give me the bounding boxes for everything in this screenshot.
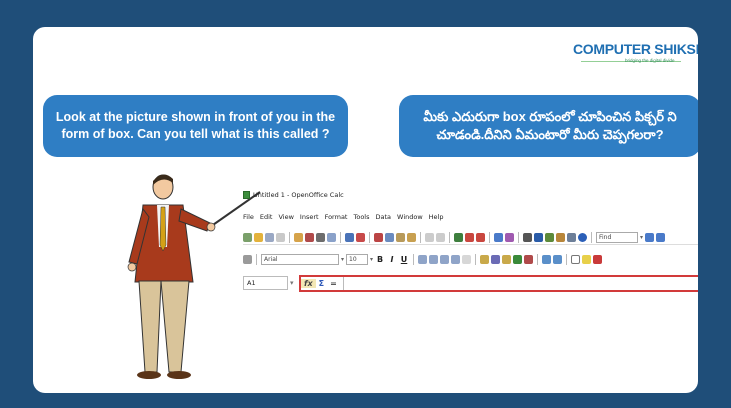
sort-ascending-icon[interactable]: [465, 232, 474, 242]
logo-tagline: bridging the digital divide: [625, 58, 675, 63]
find-replace-icon[interactable]: [523, 232, 532, 242]
question-english-text: Look at the picture shown in front of yo…: [55, 110, 336, 141]
align-left-icon[interactable]: [418, 255, 428, 264]
email-icon[interactable]: [276, 232, 285, 242]
toolbar-separator: [420, 231, 421, 243]
toolbar-separator: [449, 231, 450, 243]
menu-view[interactable]: View: [278, 213, 293, 221]
toolbar-separator: [475, 254, 477, 265]
chart-icon[interactable]: [494, 232, 503, 242]
format-paintbrush-icon[interactable]: [407, 232, 416, 242]
gallery-icon[interactable]: [545, 232, 554, 242]
redo-icon[interactable]: [436, 232, 445, 242]
toolbar-separator: [340, 231, 341, 243]
borders-icon[interactable]: [571, 255, 581, 264]
edit-file-icon[interactable]: [294, 232, 303, 242]
new-document-icon[interactable]: [243, 232, 252, 242]
title-bar: Untitled 1 - OpenOffice Calc: [243, 191, 344, 199]
currency-format-icon[interactable]: [480, 255, 490, 264]
merge-cells-icon[interactable]: [462, 255, 472, 264]
standard-format-icon[interactable]: [502, 255, 512, 264]
underline-button[interactable]: U: [399, 255, 409, 264]
question-telugu-text: మీకు ఎదురుగా box రూపంలో చూపించిన పిక్చర్…: [423, 109, 677, 142]
toolbar-separator: [256, 254, 257, 265]
menu-data[interactable]: Data: [376, 213, 392, 221]
chevron-down-icon[interactable]: ▾: [290, 279, 294, 287]
font-name-select[interactable]: Arial: [261, 254, 339, 265]
cut-icon[interactable]: [374, 232, 383, 242]
toolbar-separator: [369, 231, 370, 243]
data-sources-icon[interactable]: [556, 232, 565, 242]
function-icon[interactable]: =: [327, 279, 340, 288]
calc-app-icon: [243, 191, 250, 199]
sum-icon[interactable]: Σ: [316, 279, 327, 288]
paste-icon[interactable]: [396, 232, 405, 242]
undo-icon[interactable]: [425, 232, 434, 242]
menu-window[interactable]: Window: [397, 213, 423, 221]
standard-toolbar: Find ▾: [243, 230, 698, 245]
navigator-icon[interactable]: [534, 232, 543, 242]
font-size-select[interactable]: 10: [346, 254, 369, 265]
save-icon[interactable]: [265, 232, 274, 242]
help-icon[interactable]: [578, 232, 587, 242]
open-icon[interactable]: [254, 232, 263, 242]
decrease-indent-icon[interactable]: [542, 255, 552, 264]
formula-bar: fx Σ =: [299, 275, 698, 292]
copy-icon[interactable]: [385, 232, 394, 242]
add-decimal-icon[interactable]: [513, 255, 523, 264]
toolbar-separator: [289, 231, 290, 243]
autospellcheck-icon[interactable]: [356, 232, 365, 242]
page-preview-icon[interactable]: [327, 232, 336, 242]
toolbar-separator: [518, 231, 519, 243]
menu-tools[interactable]: Tools: [353, 213, 369, 221]
styles-formatting-icon[interactable]: [243, 255, 252, 264]
chevron-down-icon[interactable]: ▾: [370, 256, 373, 263]
chevron-down-icon[interactable]: ▾: [640, 234, 643, 241]
menu-file[interactable]: File: [243, 213, 254, 221]
computer-shiksha-logo: COMPUTER SHIKSHA bridging the digital di…: [573, 41, 698, 71]
window-title: Untitled 1 - OpenOffice Calc: [253, 191, 344, 199]
find-next-icon[interactable]: [645, 232, 655, 242]
spellcheck-icon[interactable]: [345, 232, 354, 242]
name-box[interactable]: A1: [243, 276, 288, 290]
formatting-toolbar: Arial ▾ 10 ▾ B I U: [243, 252, 623, 267]
italic-button[interactable]: I: [387, 255, 397, 264]
export-pdf-icon[interactable]: [305, 232, 314, 242]
calc-window-screenshot: Untitled 1 - OpenOffice Calc File Edit V…: [243, 189, 698, 324]
menu-bar: File Edit View Insert Format Tools Data …: [243, 213, 444, 221]
justify-icon[interactable]: [451, 255, 461, 264]
draw-functions-icon[interactable]: [505, 232, 514, 242]
bold-button[interactable]: B: [375, 255, 385, 264]
hyperlink-icon[interactable]: [454, 232, 463, 242]
menu-insert[interactable]: Insert: [300, 213, 319, 221]
formula-input[interactable]: [342, 277, 698, 290]
increase-indent-icon[interactable]: [553, 255, 563, 264]
toolbar-separator: [566, 254, 568, 265]
menu-edit[interactable]: Edit: [260, 213, 273, 221]
align-right-icon[interactable]: [440, 255, 450, 264]
align-center-icon[interactable]: [429, 255, 439, 264]
sort-descending-icon[interactable]: [476, 232, 485, 242]
menu-format[interactable]: Format: [325, 213, 348, 221]
font-color-icon[interactable]: [593, 255, 603, 264]
toolbar-separator: [413, 254, 415, 265]
logo-name: COMPUTER SHIKSHA: [573, 41, 698, 57]
percent-format-icon[interactable]: [491, 255, 501, 264]
toolbar-separator: [537, 254, 539, 265]
menu-help[interactable]: Help: [429, 213, 444, 221]
zoom-icon[interactable]: [567, 232, 576, 242]
find-previous-icon[interactable]: [656, 232, 666, 242]
print-icon[interactable]: [316, 232, 325, 242]
toolbar-separator: [591, 231, 592, 243]
slide: COMPUTER SHIKSHA bridging the digital di…: [33, 27, 698, 393]
delete-decimal-icon[interactable]: [524, 255, 534, 264]
chevron-down-icon[interactable]: ▾: [341, 256, 344, 263]
question-bubble-telugu: మీకు ఎదురుగా box రూపంలో చూపించిన పిక్చర్…: [399, 95, 698, 157]
background-color-icon[interactable]: [582, 255, 592, 264]
toolbar-separator: [489, 231, 490, 243]
question-bubble-english: Look at the picture shown in front of yo…: [43, 95, 348, 157]
find-input[interactable]: Find: [596, 231, 638, 243]
function-wizard-icon[interactable]: fx: [301, 279, 316, 288]
